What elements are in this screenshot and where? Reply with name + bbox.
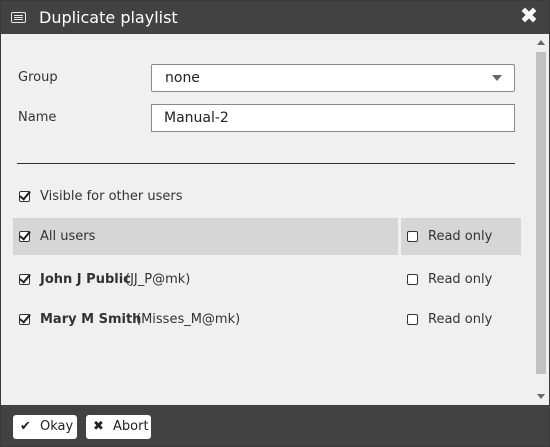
dialog-title: Duplicate playlist (39, 8, 178, 27)
abort-button-label: Abort (113, 419, 149, 434)
close-icon[interactable]: ✖ (517, 5, 541, 29)
name-label: Name (18, 110, 57, 125)
duplicate-playlist-dialog: Duplicate playlist ✖ Group none Name Vis… (0, 0, 550, 447)
divider (17, 163, 515, 164)
user-handle-john: (JJ_P@mk) (125, 272, 191, 287)
user-readonly-checkbox-john[interactable] (407, 274, 418, 285)
scroll-up-icon[interactable] (537, 40, 545, 45)
visible-label: Visible for other users (40, 189, 183, 204)
dialog-titlebar: Duplicate playlist ✖ (1, 1, 549, 34)
user-name-john: John J Public (40, 272, 131, 287)
group-label: Group (18, 70, 58, 85)
okay-button-label: Okay (40, 419, 74, 434)
all-users-label: All users (40, 229, 96, 244)
vertical-scrollbar[interactable] (533, 34, 549, 405)
list-window-icon (11, 12, 26, 23)
abort-button[interactable]: ✖ Abort (86, 415, 151, 439)
user-readonly-checkbox-mary[interactable] (407, 314, 418, 325)
user-handle-mary: (Misses_M@mk) (136, 312, 241, 327)
dialog-footer: ✔ Okay ✖ Abort (1, 405, 549, 446)
all-users-checkbox[interactable] (19, 231, 30, 242)
visible-checkbox[interactable] (19, 191, 30, 202)
user-checkbox-mary[interactable] (19, 314, 30, 325)
user-name-mary: Mary M Smith (40, 312, 142, 327)
check-icon: ✔ (20, 419, 31, 434)
scrollbar-thumb[interactable] (536, 52, 546, 374)
user-readonly-label-john: Read only (428, 272, 493, 287)
all-users-readonly-label: Read only (428, 229, 493, 244)
x-icon: ✖ (93, 419, 104, 434)
okay-button[interactable]: ✔ Okay (13, 415, 77, 439)
all-users-readonly-checkbox[interactable] (407, 231, 418, 242)
name-input[interactable] (151, 104, 515, 132)
dialog-content: Group none Name Visible for other users … (1, 34, 549, 405)
chevron-down-icon (492, 75, 502, 81)
group-select-value: none (165, 70, 200, 86)
scroll-down-icon[interactable] (537, 394, 545, 399)
group-select[interactable]: none (151, 64, 515, 92)
user-readonly-label-mary: Read only (428, 312, 493, 327)
user-checkbox-john[interactable] (19, 274, 30, 285)
